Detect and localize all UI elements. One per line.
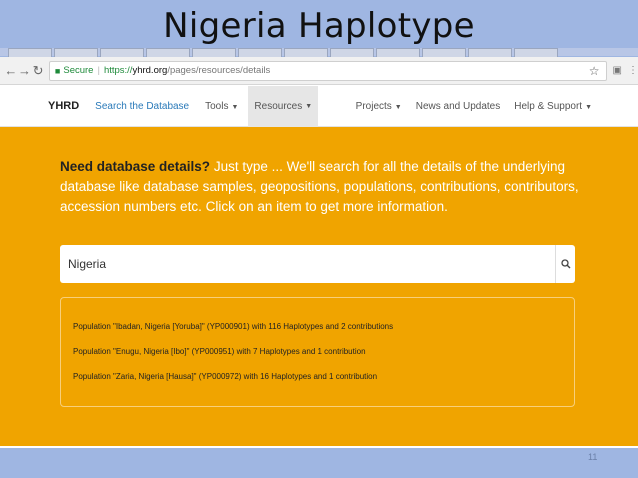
result-item[interactable]: Population "Zaria, Nigeria [Hausa]" (YP0…	[73, 372, 377, 381]
nav-right-group: Projects ▼ News and Updates Help & Suppor…	[342, 101, 592, 112]
nav-tools-label: Tools	[205, 100, 229, 112]
secure-label: Secure	[63, 65, 94, 76]
nav-help-label: Help & Support	[514, 100, 583, 112]
nav-tools[interactable]: Tools ▼	[205, 101, 238, 112]
intro-text: Need database details? Just type ... We'…	[60, 157, 580, 217]
forward-icon[interactable]: →	[18, 61, 32, 81]
browser-tab-strip	[0, 48, 638, 57]
browser-tab[interactable]	[192, 48, 236, 57]
browser-tab[interactable]	[238, 48, 282, 57]
browser-tab[interactable]	[330, 48, 374, 57]
caret-down-icon: ▼	[585, 103, 592, 111]
url-protocol: https://	[103, 65, 133, 76]
url-path: /pages/resources/details	[167, 65, 271, 76]
back-icon[interactable]: ←	[4, 61, 18, 81]
reload-icon[interactable]: ↻	[31, 61, 45, 81]
search-box	[60, 245, 575, 283]
site-navbar: YHRD Search the Database Tools ▼ Resource…	[0, 85, 638, 127]
address-bar: ← → ↻ ■ Secure | https://yhrd.org/pages/…	[0, 57, 638, 85]
caret-down-icon: ▼	[305, 102, 313, 110]
extension-icon[interactable]: ▣	[613, 65, 622, 76]
browser-tab[interactable]	[54, 48, 98, 57]
nav-search-database[interactable]: Search the Database	[95, 101, 189, 112]
caret-down-icon: ▼	[231, 103, 239, 111]
search-input[interactable]	[60, 245, 555, 283]
slide-page-number: 11	[588, 452, 598, 462]
browser-tab[interactable]	[422, 48, 466, 57]
intro-heading: Need database details?	[60, 159, 211, 174]
url-field[interactable]: ■ Secure | https://yhrd.org/pages/resour…	[48, 60, 607, 81]
browser-tab[interactable]	[284, 48, 328, 57]
caret-down-icon: ▼	[394, 103, 402, 111]
browser-tab[interactable]	[468, 48, 512, 57]
site-logo[interactable]: YHRD	[48, 100, 79, 112]
menu-icon[interactable]: ⋮	[628, 65, 638, 76]
search-button[interactable]	[555, 245, 575, 283]
url-separator: |	[97, 65, 100, 76]
browser-window: ← → ↻ ■ Secure | https://yhrd.org/pages/…	[0, 57, 638, 448]
browser-tab[interactable]	[8, 48, 52, 57]
nav-projects[interactable]: Projects ▼	[356, 101, 402, 112]
browser-tab[interactable]	[514, 48, 558, 57]
lock-icon: ■	[54, 65, 61, 76]
search-icon	[560, 259, 570, 269]
results-list: Population "Ibadan, Nigeria [Yoruba]" (Y…	[60, 297, 575, 407]
nav-news-updates[interactable]: News and Updates	[416, 101, 501, 112]
nav-resources-label: Resources	[254, 100, 303, 112]
result-item[interactable]: Population "Ibadan, Nigeria [Yoruba]" (Y…	[73, 322, 393, 331]
nav-resources[interactable]: Resources ▼	[248, 85, 319, 127]
url-host: yhrd.org	[132, 65, 168, 76]
nav-help-support[interactable]: Help & Support ▼	[514, 101, 592, 112]
result-item[interactable]: Population "Enugu, Nigeria [Ibo]" (YP000…	[73, 347, 366, 356]
browser-tab[interactable]	[146, 48, 190, 57]
slide-title: Nigeria Haplotype	[163, 6, 475, 46]
nav-projects-label: Projects	[355, 100, 392, 112]
browser-tab[interactable]	[100, 48, 144, 57]
star-icon[interactable]: ☆	[589, 64, 600, 78]
main-panel: Need database details? Just type ... We'…	[0, 127, 638, 446]
browser-tab[interactable]	[376, 48, 420, 57]
